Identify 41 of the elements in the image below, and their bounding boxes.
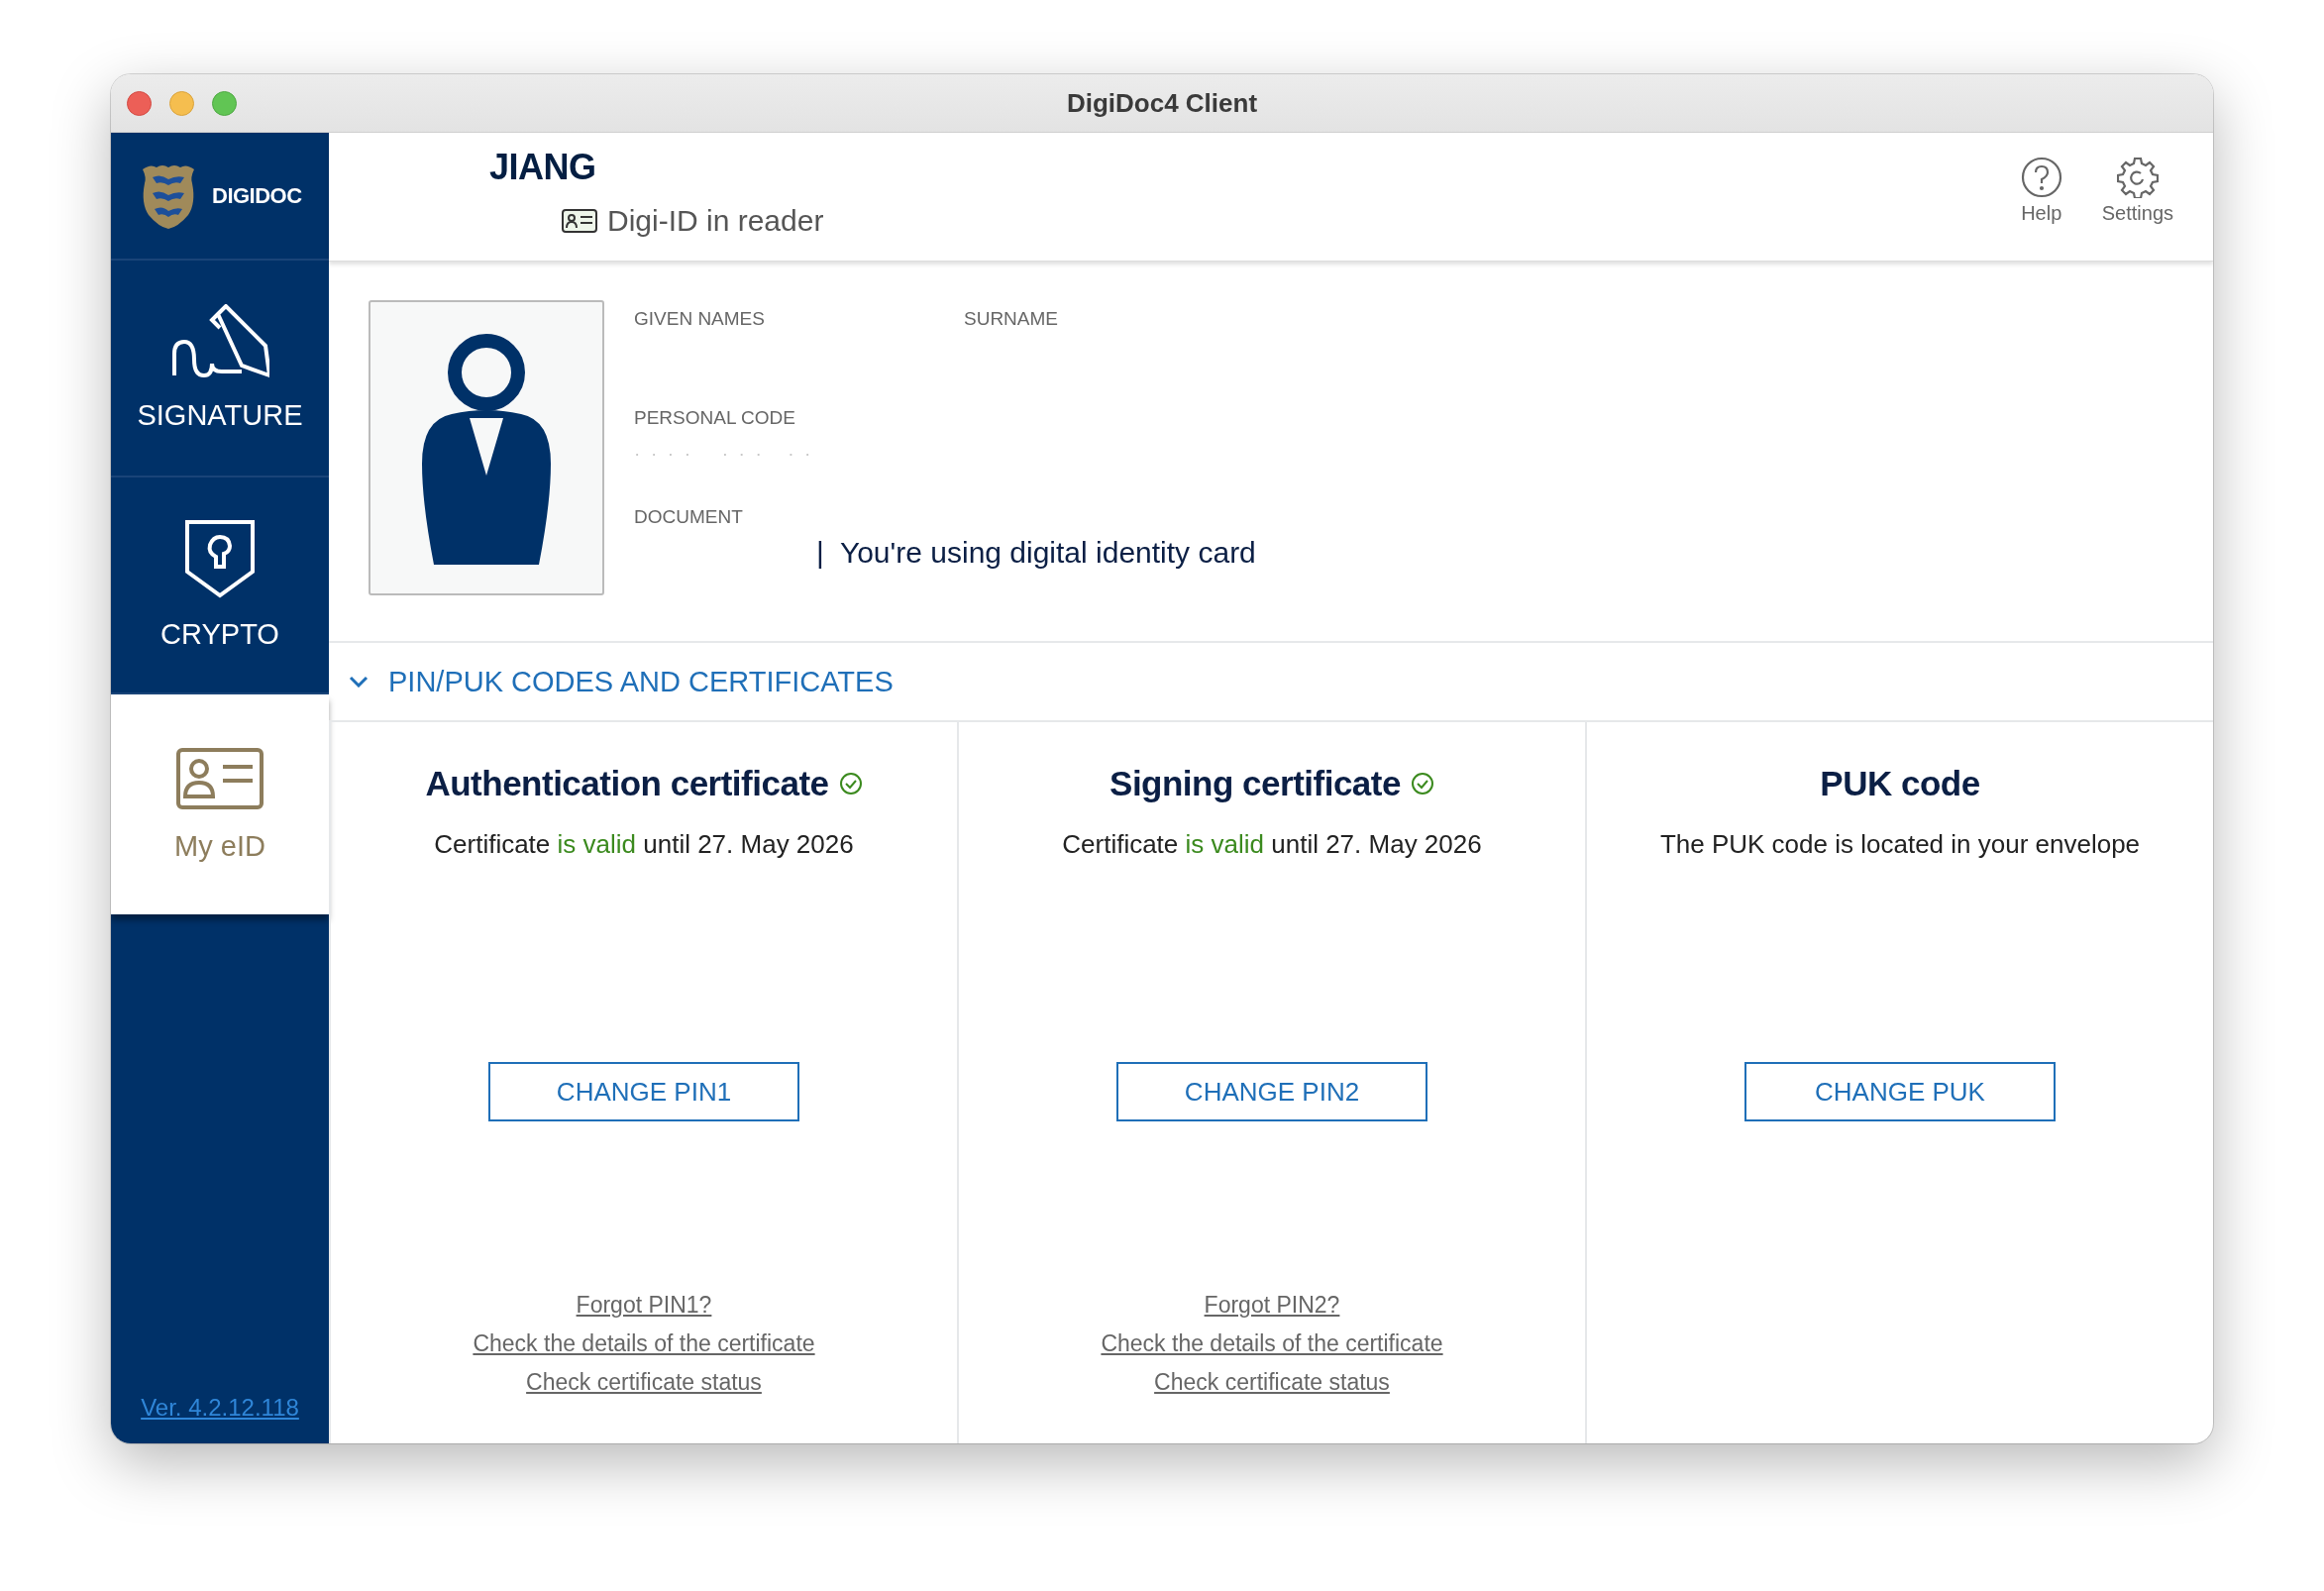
- id-card-icon: [175, 746, 264, 810]
- window-title: DigiDoc4 Client: [1066, 87, 1258, 118]
- certificate-status: The PUK code is located in your envelope: [1659, 829, 2141, 860]
- help-button[interactable]: Help: [2020, 157, 2062, 261]
- masked-field-value: · · · · · · · · ·: [634, 443, 812, 465]
- sidebar-tab[interactable]: SIGNATURE: [111, 261, 329, 477]
- shield-keyhole-icon: [184, 519, 256, 598]
- certificate-link[interactable]: Check the details of the certificate: [1101, 1330, 1443, 1357]
- card-title: PUK code: [1820, 764, 1980, 803]
- minimize-window-button[interactable]: [169, 90, 194, 116]
- person-silhouette-icon: [422, 331, 551, 565]
- settings-button[interactable]: Settings: [2101, 157, 2173, 261]
- card-title: Authentication certificate: [425, 764, 829, 803]
- field-label: DOCUMENT: [634, 506, 744, 528]
- id-card-icon: [562, 209, 597, 233]
- change-code-button[interactable]: CHANGE PIN2: [1116, 1062, 1427, 1121]
- version-link[interactable]: Ver. 4.2.12.118: [141, 1394, 299, 1422]
- change-code-button[interactable]: CHANGE PUK: [1744, 1062, 2056, 1121]
- field-label: SURNAME: [964, 308, 1059, 330]
- certificate-link[interactable]: Check the details of the certificate: [473, 1330, 815, 1357]
- help-icon: [2020, 157, 2062, 198]
- settings-icon: [2116, 157, 2159, 198]
- certificate-link[interactable]: Check certificate status: [1154, 1369, 1390, 1396]
- change-code-button[interactable]: CHANGE PIN1: [488, 1062, 799, 1121]
- card-holder-name: JIANG: [489, 147, 596, 188]
- card-title: Signing certificate: [1109, 764, 1401, 803]
- pen-signature-icon: [170, 304, 269, 379]
- certificate-link[interactable]: Forgot PIN2?: [1204, 1292, 1340, 1319]
- certificate-link[interactable]: Check certificate status: [526, 1369, 762, 1396]
- card-reader-status: Digi-ID in reader: [607, 204, 824, 238]
- document-value: | You're using digital identity card: [816, 536, 1257, 570]
- field-label: PERSONAL CODE: [634, 407, 796, 429]
- zoom-window-button[interactable]: [212, 90, 237, 116]
- section-toggle[interactable]: PIN/PUK CODES AND CERTIFICATES: [388, 665, 894, 698]
- certificate-status: Certificate is valid until 27. May 2026: [434, 829, 854, 860]
- close-window-button[interactable]: [127, 90, 152, 116]
- field-label: GIVEN NAMES: [634, 308, 766, 330]
- certificate-link[interactable]: Forgot PIN1?: [576, 1292, 712, 1319]
- sidebar-tab[interactable]: My eID: [111, 694, 329, 914]
- certificate-status: Certificate is valid until 27. May 2026: [1062, 829, 1482, 860]
- logo-text: DIGIDOC: [212, 182, 302, 209]
